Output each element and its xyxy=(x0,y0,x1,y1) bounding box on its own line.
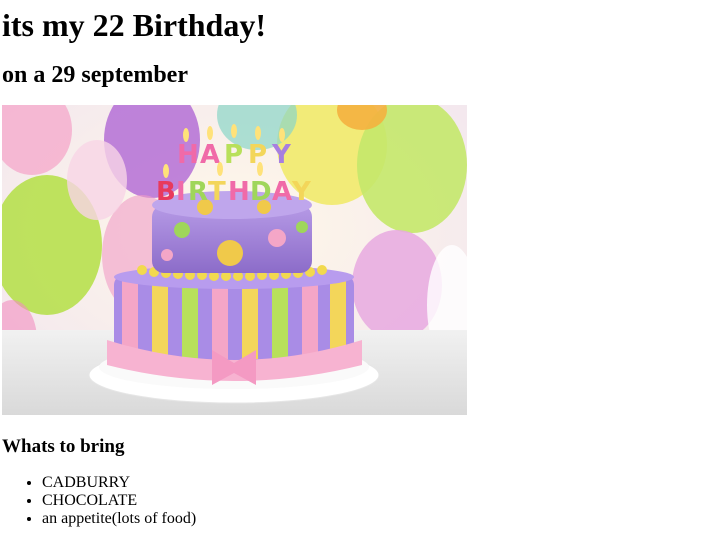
svg-text:H: H xyxy=(177,140,199,170)
page: its my 22 Birthday! on a 29 september H … xyxy=(0,0,717,528)
svg-text:Y: Y xyxy=(271,140,292,170)
svg-text:T: T xyxy=(208,177,226,207)
birthday-cake-illustration: H A P P Y B I R T H D A Y xyxy=(2,105,467,415)
svg-text:Y: Y xyxy=(291,177,312,207)
birthday-cake-image: H A P P Y B I R T H D A Y xyxy=(2,105,467,415)
svg-text:B: B xyxy=(156,177,176,207)
list-item: an appetite(lots of food) xyxy=(42,510,715,528)
list-item: CHOCOLATE xyxy=(42,492,715,510)
svg-text:H: H xyxy=(228,177,250,207)
svg-text:D: D xyxy=(250,177,272,207)
page-title: its my 22 Birthday! xyxy=(2,7,266,43)
page-subtitle: on a 29 september xyxy=(2,62,188,88)
bring-list: CADBURRY CHOCOLATE an appetite(lots of f… xyxy=(2,474,715,528)
bring-list-heading: Whats to bring xyxy=(2,436,125,457)
cake-bottom-tier xyxy=(107,265,362,385)
svg-text:P: P xyxy=(224,140,243,170)
svg-text:R: R xyxy=(188,177,208,207)
svg-text:I: I xyxy=(176,177,186,207)
svg-text:A: A xyxy=(272,177,292,207)
svg-text:A: A xyxy=(200,140,220,170)
list-item: CADBURRY xyxy=(42,474,715,492)
